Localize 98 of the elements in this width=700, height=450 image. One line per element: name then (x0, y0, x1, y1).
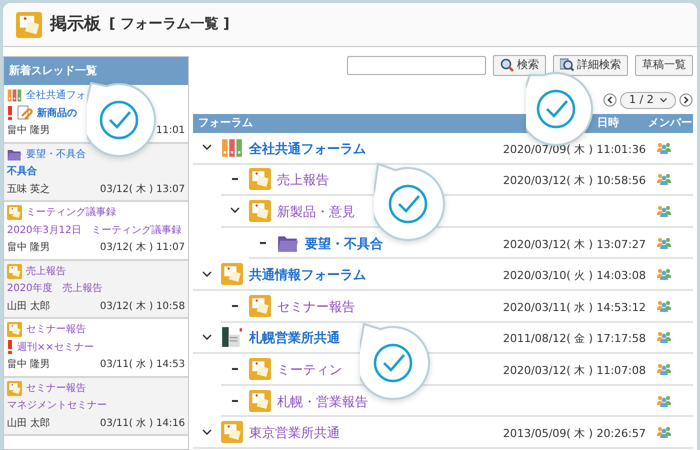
thread-item[interactable]: セミナー報告 週刊××セミナー 畠中 隆男 03/11( 水 ) 14:53 (4, 319, 188, 378)
caret-icon (660, 98, 667, 102)
updated-date: 2020/03/12( 木 ) 13:07:27 (503, 238, 646, 251)
chevron-down-icon[interactable] (230, 207, 240, 214)
page-select[interactable]: 1 / 2 (620, 92, 676, 108)
people-icon[interactable] (656, 173, 672, 186)
people-icon[interactable] (656, 268, 672, 280)
updated-date: 2020/03/11( 水 ) 14:53:12 (503, 300, 646, 314)
chevron-down-icon[interactable] (202, 334, 212, 341)
updated-date: 2020/07/09( 木 ) 11:01:36 (503, 142, 646, 156)
forum-link[interactable]: 札幌・営業報告 (277, 394, 368, 410)
note-board-icon (249, 390, 271, 412)
note-board-icon (7, 264, 22, 279)
advanced-search-icon (560, 58, 574, 72)
author-name: 五味 英之 (7, 182, 50, 197)
author-name: 畠中 隆男 (7, 124, 50, 138)
people-icon[interactable] (656, 204, 672, 217)
post-date: 03/12( 木 ) 13:07 (100, 182, 185, 197)
note-board-icon (7, 205, 22, 220)
post-date: 11:01 (156, 124, 185, 138)
post-date: 03/11( 水 ) 14:53 (100, 358, 185, 372)
dash-icon[interactable] (232, 178, 238, 180)
thread-item[interactable]: 要望・不具合 不具合 五味 英之 03/12( 木 ) 13:07 (4, 144, 188, 202)
thread-item[interactable]: ミーティング議事録 2020年3月12日 ミーティング議事録 畠中 隆男 03/12( 木 ) 11:07 (4, 202, 188, 260)
dash-icon[interactable] (232, 368, 238, 370)
people-icon[interactable] (656, 236, 672, 249)
updated-date: 2020/03/12( 木 ) 10:58:56 (503, 174, 646, 188)
column-header: フォーラム (197, 115, 254, 132)
people-icon[interactable] (656, 331, 672, 344)
forum-link[interactable]: 要望・不具合 (26, 146, 86, 162)
sidebar-header: 新着スレッド一覧 (4, 57, 188, 85)
people-icon[interactable] (656, 300, 672, 312)
search-field[interactable] (347, 56, 486, 74)
author-name: 山田 太郎 (7, 416, 50, 431)
page-title: 掲示板 (50, 12, 101, 36)
thread-title-link[interactable]: マネジメントセミナー (7, 398, 107, 414)
forum-link[interactable]: 札幌営業所共通 (249, 331, 340, 346)
forum-link[interactable]: 全社共通フォ (26, 88, 86, 104)
toolbar-button[interactable]: 検索 (493, 54, 546, 76)
forum-link[interactable]: 全社共通フォーラム (249, 142, 366, 157)
forum-link[interactable]: 共通情報フォーラム (249, 268, 366, 284)
thread-title-link[interactable]: 2020年3月12日 ミーティング議事録 (7, 222, 182, 238)
forum-link[interactable]: セミナー報告 (26, 322, 86, 338)
author-name: 畠中 隆男 (7, 358, 50, 372)
forum-link[interactable]: セミナー報告 (26, 380, 86, 396)
note-board-icon (249, 168, 271, 190)
people-icon[interactable] (656, 426, 672, 438)
updated-date: 2020/03/12( 木 ) 11:07:08 (503, 364, 646, 377)
thread-title-link[interactable]: 新商品の (37, 106, 77, 121)
post-date: 03/11( 水 ) 14:16 (100, 416, 185, 431)
note-board-icon (7, 322, 22, 338)
thread-item[interactable]: セミナー報告 マネジメントセミナー 山田 太郎 03/11( 水 ) 14:16 (4, 378, 188, 436)
thread-title-link[interactable]: 不具合 (7, 164, 37, 180)
people-icon[interactable] (656, 362, 672, 375)
thread-title-link[interactable]: 週刊××セミナー (17, 340, 94, 355)
forum-link[interactable]: 新製品・意見 (277, 204, 355, 220)
author-name: 山田 太郎 (7, 300, 50, 314)
building-icon (221, 326, 243, 348)
search-icon (500, 58, 514, 72)
thread-title-link[interactable]: 2020年度 売上報告 (7, 281, 102, 296)
author-name: 畠中 隆男 (7, 240, 50, 256)
previous-page-icon (603, 93, 617, 107)
column-header: 日時 (597, 116, 619, 130)
chevron-down-icon[interactable] (202, 428, 212, 436)
updated-date: 2013/05/09( 木 ) 20:26:57 (503, 427, 646, 440)
toolbar-button[interactable]: 草稿一覧 (635, 54, 693, 76)
post-date: 03/12( 木 ) 11:07 (100, 240, 185, 256)
people-icon[interactable] (656, 394, 672, 407)
dash-icon[interactable] (260, 242, 266, 244)
dash-icon[interactable] (232, 400, 238, 402)
note-board-icon (249, 200, 271, 222)
note-board-icon (249, 358, 271, 380)
forum-link[interactable]: 売上報告 (277, 173, 329, 188)
note-board-icon (7, 380, 22, 396)
updated-date: 2011/08/12( 金 ) 17:17:58 (503, 332, 646, 346)
note-board-icon (16, 12, 42, 38)
forum-link[interactable]: 東京営業所共通 (249, 426, 340, 442)
chevron-down-icon[interactable] (202, 144, 212, 152)
updated-date: 2020/03/10( 火 ) 14:03:08 (503, 269, 646, 282)
binders-icon (221, 136, 243, 159)
people-icon[interactable] (656, 142, 672, 154)
note-board-icon (221, 421, 243, 444)
note-board-icon (249, 294, 271, 317)
dash-icon[interactable] (232, 304, 238, 307)
binders-icon (7, 88, 22, 104)
page-subtitle: [ フォーラム一覧 ] (109, 15, 230, 34)
forum-link[interactable]: 売上報告 (26, 264, 66, 279)
forum-link[interactable]: ミーティン (277, 362, 342, 378)
next-page-icon (679, 93, 693, 107)
toolbar-button[interactable]: 詳細検索 (553, 54, 628, 76)
forum-link[interactable]: 要望・不具合 (305, 236, 383, 252)
forum-link[interactable]: ミーティング議事録 (26, 205, 116, 220)
note-board-icon (221, 263, 243, 286)
thread-item[interactable]: 売上報告 2020年度 売上報告 山田 太郎 03/12( 木 ) 10:58 (4, 260, 188, 319)
forum-link[interactable]: セミナー報告 (277, 300, 355, 315)
column-header: メンバー (648, 115, 693, 132)
chevron-down-icon[interactable] (202, 270, 212, 278)
post-date: 03/12( 木 ) 10:58 (100, 300, 185, 314)
